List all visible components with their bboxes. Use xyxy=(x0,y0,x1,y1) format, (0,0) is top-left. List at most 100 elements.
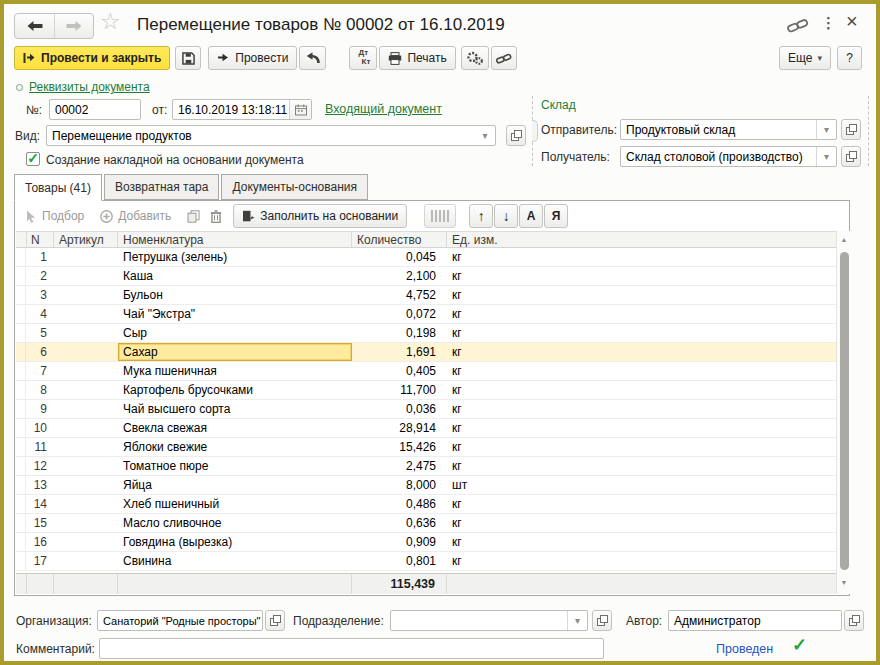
cell-unit[interactable]: шт xyxy=(447,476,836,494)
favorite-star-icon[interactable]: ☆ xyxy=(100,8,121,35)
cell-marker[interactable] xyxy=(16,362,26,380)
cell-nomenclature[interactable]: Говядина (вырезка) xyxy=(118,533,352,551)
cell-unit[interactable]: кг xyxy=(447,514,836,532)
tab-goods[interactable]: Товары (41) xyxy=(14,174,102,201)
incoming-document-link[interactable]: Входящий документ xyxy=(325,102,442,116)
cell-quantity[interactable]: 0,636 xyxy=(352,514,447,532)
cell-n[interactable]: 6 xyxy=(26,343,54,361)
settings-button[interactable] xyxy=(461,46,489,70)
cell-nomenclature[interactable]: Сыр xyxy=(118,324,352,342)
cell-quantity[interactable]: 2,100 xyxy=(352,267,447,285)
cell-unit[interactable]: кг xyxy=(447,267,836,285)
cell-nomenclature[interactable]: Картофель брусочками xyxy=(118,381,352,399)
cell-nomenclature[interactable]: Яблоки свежие xyxy=(118,438,352,456)
tab-basis-documents[interactable]: Документы-основания xyxy=(221,174,368,200)
barcode-button[interactable] xyxy=(424,204,456,228)
cell-article[interactable] xyxy=(54,400,118,418)
post-button[interactable]: Провести xyxy=(208,46,297,70)
scroll-up-icon[interactable]: ▲ xyxy=(837,236,851,243)
cell-marker[interactable] xyxy=(16,514,26,532)
cell-article[interactable] xyxy=(54,381,118,399)
fill-on-basis-button[interactable]: Заполнить на основании xyxy=(233,204,407,228)
cell-article[interactable] xyxy=(54,438,118,456)
cell-nomenclature[interactable]: Масло сливочное xyxy=(118,514,352,532)
organization-field[interactable]: Санаторий "Родные просторы" xyxy=(97,610,263,631)
table-row[interactable]: 15 Масло сливочное0,636кг xyxy=(16,514,836,533)
table-row[interactable]: 12Томатное пюре2,475кг xyxy=(16,457,836,476)
cell-nomenclature[interactable]: Сахар xyxy=(118,343,352,361)
cell-n[interactable]: 14 xyxy=(26,495,54,513)
scroll-down-icon[interactable]: ▼ xyxy=(837,579,851,586)
cell-article[interactable] xyxy=(54,343,118,361)
doc-requisites-link[interactable]: Реквизиты документа xyxy=(16,80,150,94)
cell-marker[interactable] xyxy=(16,533,26,551)
move-down-button[interactable]: ↓ xyxy=(494,204,518,228)
cell-nomenclature[interactable]: Петрушка (зелень) xyxy=(118,248,352,266)
save-button[interactable] xyxy=(175,46,201,70)
department-combo[interactable]: ▾ xyxy=(390,610,588,631)
calendar-icon[interactable] xyxy=(289,100,311,119)
cell-unit[interactable]: кг xyxy=(447,381,836,399)
cell-nomenclature[interactable]: Чай высшего сорта xyxy=(118,400,352,418)
scrollbar-thumb[interactable] xyxy=(840,252,849,570)
cell-n[interactable]: 7 xyxy=(26,362,54,380)
header-quantity[interactable]: Количество xyxy=(352,232,447,247)
kind-combo[interactable]: Перемещение продуктов ▾ xyxy=(46,125,496,146)
cell-marker[interactable] xyxy=(16,381,26,399)
pick-button[interactable]: Подбор xyxy=(21,204,89,228)
cell-n[interactable]: 17 xyxy=(26,552,54,570)
cell-nomenclature[interactable]: Чай "Экстра" xyxy=(118,305,352,323)
add-row-button[interactable]: Добавить xyxy=(95,204,176,228)
cell-quantity[interactable]: 2,475 xyxy=(352,457,447,475)
table-row[interactable]: 5Сыр0,198кг xyxy=(16,324,836,343)
cell-marker[interactable] xyxy=(16,552,26,570)
cell-marker[interactable] xyxy=(16,476,26,494)
more-button[interactable]: Еще ▾ xyxy=(779,46,831,70)
cell-unit[interactable]: кг xyxy=(447,438,836,456)
header-nomenclature[interactable]: Номенклатура xyxy=(118,232,352,247)
author-open-button[interactable] xyxy=(844,610,864,631)
cell-unit[interactable]: кг xyxy=(447,400,836,418)
delete-row-button[interactable] xyxy=(205,204,227,228)
create-invoice-checkbox[interactable]: ✓ xyxy=(26,152,40,166)
splitter-grip[interactable] xyxy=(532,120,538,142)
cell-n[interactable]: 3 xyxy=(26,286,54,304)
cell-article[interactable] xyxy=(54,476,118,494)
sender-combo[interactable]: Продуктовый склад ▾ xyxy=(620,119,837,140)
cell-n[interactable]: 5 xyxy=(26,324,54,342)
cell-quantity[interactable]: 0,036 xyxy=(352,400,447,418)
table-row[interactable]: 14Хлеб пшеничный0,486кг xyxy=(16,495,836,514)
doc-requisites-label[interactable]: Реквизиты документа xyxy=(29,80,150,94)
cell-n[interactable]: 12 xyxy=(26,457,54,475)
header-article[interactable]: Артикул xyxy=(54,232,118,247)
cell-unit[interactable]: кг xyxy=(447,286,836,304)
table-row[interactable]: 9Чай высшего сорта0,036кг xyxy=(16,400,836,419)
cell-quantity[interactable]: 0,045 xyxy=(352,248,447,266)
cell-quantity[interactable]: 8,000 xyxy=(352,476,447,494)
cell-unit[interactable]: кг xyxy=(447,305,836,323)
cell-n[interactable]: 2 xyxy=(26,267,54,285)
cell-n[interactable]: 10 xyxy=(26,419,54,437)
table-row[interactable]: 17Свинина0,801кг xyxy=(16,552,836,571)
cell-nomenclature[interactable]: Каша xyxy=(118,267,352,285)
cell-article[interactable] xyxy=(54,552,118,570)
cell-n[interactable]: 4 xyxy=(26,305,54,323)
cell-marker[interactable] xyxy=(16,267,26,285)
sender-open-button[interactable] xyxy=(841,119,861,140)
cell-nomenclature[interactable]: Свекла свежая xyxy=(118,419,352,437)
tab-returnable-packaging[interactable]: Возвратная тара xyxy=(104,174,220,200)
sort-desc-button[interactable]: Я xyxy=(544,204,568,228)
cell-article[interactable] xyxy=(54,248,118,266)
date-field[interactable]: 16.10.2019 13:18:11 xyxy=(172,99,312,120)
cell-quantity[interactable]: 0,405 xyxy=(352,362,447,380)
cell-marker[interactable] xyxy=(16,419,26,437)
table-row[interactable]: 6Сахар1,691кг xyxy=(16,343,836,362)
table-row[interactable]: 7Мука пшеничная0,405кг xyxy=(16,362,836,381)
cell-n[interactable]: 15 xyxy=(26,514,54,532)
cell-n[interactable]: 11 xyxy=(26,438,54,456)
cell-n[interactable]: 8 xyxy=(26,381,54,399)
cell-article[interactable] xyxy=(54,514,118,532)
cell-unit[interactable]: кг xyxy=(447,457,836,475)
cell-marker[interactable] xyxy=(16,248,26,266)
receiver-open-button[interactable] xyxy=(841,146,861,167)
